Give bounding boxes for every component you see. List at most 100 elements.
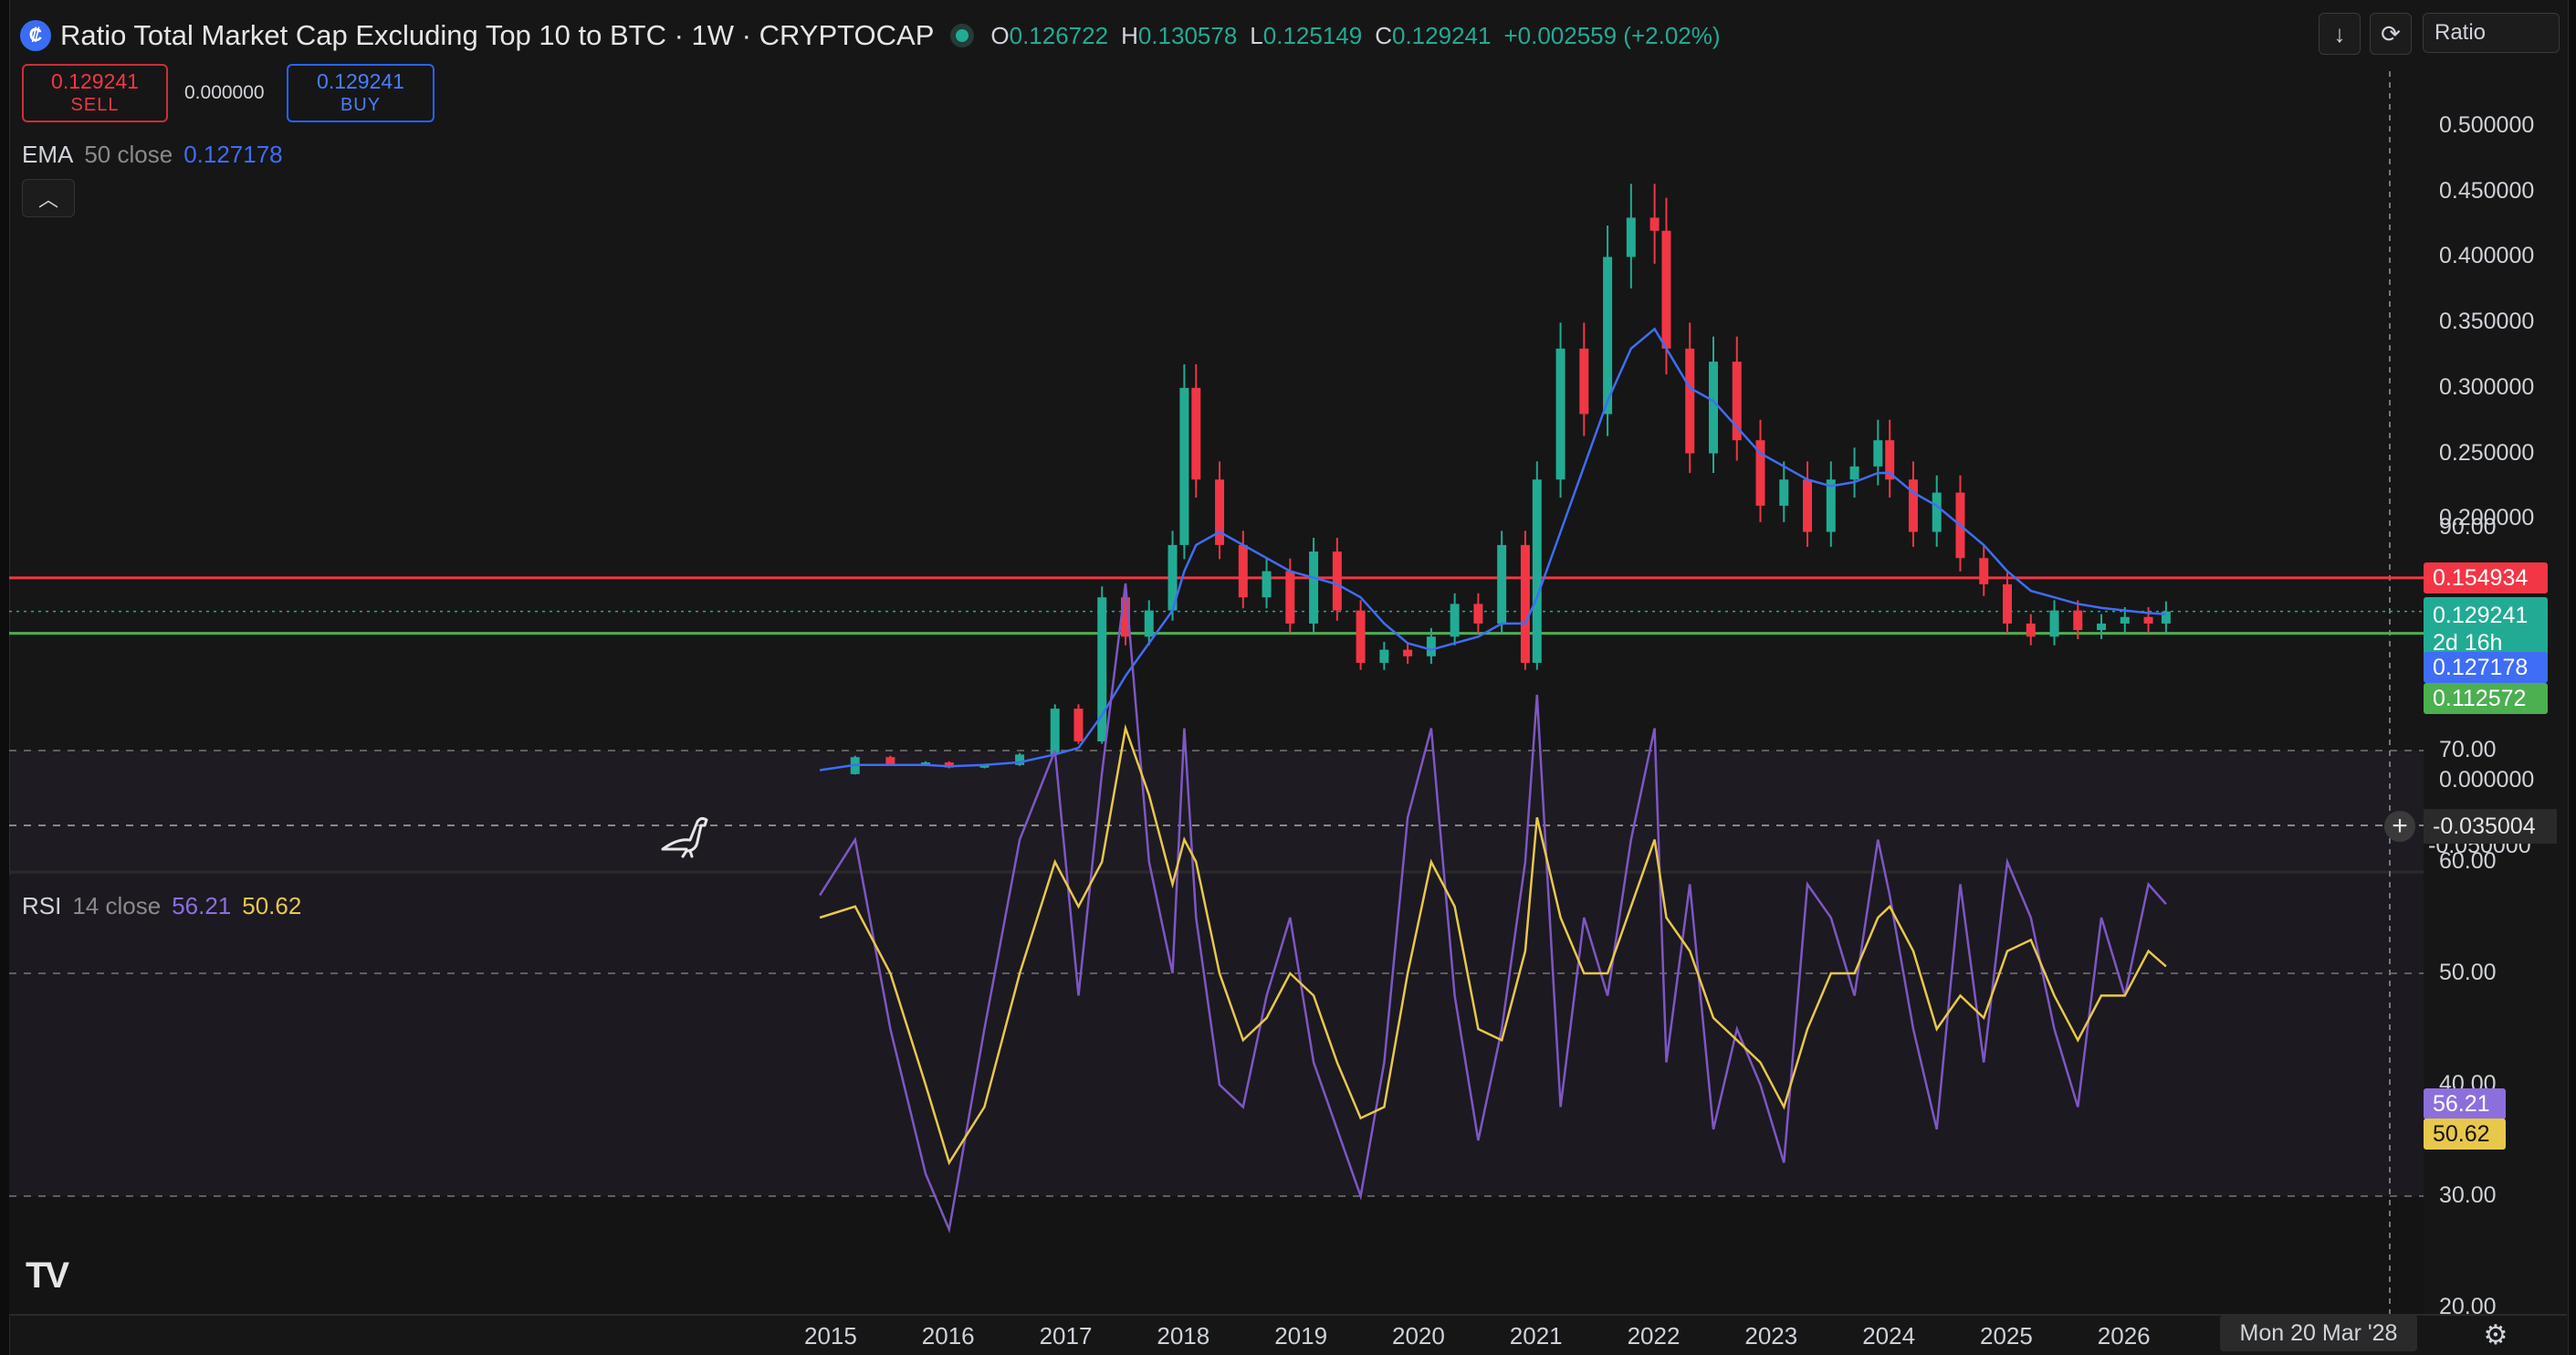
candle-body — [1144, 610, 1154, 637]
candle-body — [2120, 616, 2130, 624]
high-value: 0.130578 — [1137, 21, 1238, 49]
candle-body — [1685, 348, 1695, 454]
rsi-tick: 60.00 — [2439, 848, 2497, 874]
candle-body — [1356, 610, 1366, 663]
crosshair-price-tag: -0.035004 — [2424, 809, 2557, 844]
price-tick: 0.350000 — [2439, 309, 2535, 335]
low-label: L — [1250, 21, 1263, 49]
candle-body — [885, 757, 895, 765]
ohlc-readout: O0.126722 H0.130578 L0.125149 C0.129241 … — [990, 22, 1720, 50]
ema-legend[interactable]: EMA 50 close 0.127178 — [22, 141, 283, 169]
candle-body — [1873, 440, 1883, 467]
rsi-tick: 90.00 — [2439, 514, 2497, 540]
price-tick: 0.250000 — [2439, 439, 2535, 466]
rsi-legend[interactable]: RSI 14 close 56.21 50.62 — [22, 892, 301, 920]
time-tick: 2024 — [1862, 1322, 1916, 1350]
high-label: H — [1121, 21, 1138, 49]
rsi-value-tag: 56.21 — [2424, 1088, 2506, 1119]
candle-body — [1179, 387, 1189, 545]
scale-mode-selector[interactable]: Ratio — [2423, 13, 2560, 53]
arrow-down-icon[interactable]: ↓ — [2319, 13, 2361, 55]
rsi-tick: 30.00 — [2439, 1182, 2497, 1208]
candle-body — [1285, 571, 1295, 624]
time-tick: 2016 — [921, 1322, 975, 1350]
time-tick: 2018 — [1157, 1322, 1210, 1350]
candle-body — [1073, 709, 1084, 741]
candle-body — [1403, 649, 1413, 656]
candle-body — [1050, 709, 1060, 755]
candle-body — [1238, 544, 1248, 598]
ema-params: 50 close — [84, 141, 173, 168]
candle-body — [1779, 479, 1789, 506]
symbol-title[interactable]: Ratio Total Market Cap Excluding Top 10 … — [60, 19, 934, 52]
close-value: 0.129241 — [1392, 21, 1492, 49]
last-price-value: 0.129241 — [2433, 603, 2529, 628]
price-tick: 0.450000 — [2439, 177, 2535, 204]
buy-price: 0.129241 — [317, 69, 404, 93]
candle-body — [1532, 479, 1542, 663]
time-tick: 2022 — [1627, 1322, 1681, 1350]
candle-body — [1262, 571, 1272, 598]
add-alert-icon[interactable]: + — [2384, 811, 2415, 842]
time-tick: 2026 — [2097, 1322, 2151, 1350]
price-tick: 0.300000 — [2439, 373, 2535, 400]
candle-body — [1908, 479, 1918, 532]
ema-name: EMA — [22, 141, 74, 168]
sell-button[interactable]: 0.129241 SELL — [22, 64, 168, 122]
rsi-ma-value: 50.62 — [242, 892, 302, 919]
candle-body — [1379, 649, 1389, 663]
buy-button[interactable]: 0.129241 BUY — [287, 64, 435, 122]
time-tick: 2021 — [1509, 1322, 1563, 1350]
dino-icon[interactable] — [659, 813, 714, 858]
change-value: +0.002559 (+2.02%) — [1503, 21, 1721, 49]
candle-body — [1555, 348, 1565, 480]
rsi-ma-tag: 50.62 — [2424, 1119, 2506, 1150]
time-tick: 2025 — [1980, 1322, 2033, 1350]
price-tick: 0.000000 — [2439, 767, 2535, 793]
candle-body — [1520, 544, 1530, 663]
tradingview-logo-icon[interactable]: TV — [26, 1255, 69, 1297]
spread-value: 0.000000 — [184, 82, 265, 103]
candle-body — [1649, 217, 1660, 231]
candle-body — [2097, 623, 2107, 631]
candle-body — [1473, 604, 1483, 624]
crosshair-date-tag: Mon 20 Mar '28 — [2220, 1315, 2417, 1351]
candle-body — [1426, 636, 1436, 656]
candle-body — [1450, 604, 1460, 637]
candle-body — [1579, 348, 1589, 415]
sell-price: 0.129241 — [51, 69, 139, 93]
candle-body — [1332, 551, 1342, 611]
resistance-price-tag: 0.154934 — [2424, 562, 2548, 593]
price-tick: 0.400000 — [2439, 243, 2535, 269]
rsi-band — [9, 751, 2424, 1196]
price-tick: 0.500000 — [2439, 112, 2535, 138]
chart-header: ₡ Ratio Total Market Cap Excluding Top 1… — [20, 13, 1721, 58]
currency-icon: ₡ — [20, 20, 51, 51]
time-tick: 2015 — [804, 1322, 857, 1350]
candle-body — [2073, 610, 2083, 631]
candle-body — [1709, 362, 1718, 454]
refresh-icon[interactable]: ⟳ — [2370, 13, 2412, 55]
low-value: 0.125149 — [1262, 21, 1363, 49]
rsi-tick: 20.00 — [2439, 1294, 2497, 1319]
ema-price-tag: 0.127178 — [2424, 652, 2548, 683]
chart-canvas[interactable] — [0, 0, 2576, 1355]
gear-icon[interactable]: ⚙ — [2479, 1318, 2512, 1351]
buy-label: BUY — [340, 95, 382, 115]
candle-body — [2026, 623, 2036, 637]
time-tick: 2017 — [1039, 1322, 1093, 1350]
candle-body — [1932, 492, 1942, 532]
candle-body — [1497, 544, 1507, 624]
time-tick: 2023 — [1744, 1322, 1798, 1350]
chevron-up-icon[interactable]: ︿ — [22, 179, 75, 217]
rsi-value: 56.21 — [172, 892, 232, 919]
rsi-params: 14 close — [72, 892, 162, 919]
candle-body — [1849, 466, 1859, 480]
candle-body — [1191, 387, 1201, 480]
time-tick: 2019 — [1274, 1322, 1328, 1350]
sell-label: SELL — [70, 95, 120, 115]
support-price-tag: 0.112572 — [2424, 683, 2548, 714]
candle-body — [1626, 217, 1636, 257]
candle-body — [1215, 479, 1225, 545]
candle-body — [1803, 479, 1813, 532]
